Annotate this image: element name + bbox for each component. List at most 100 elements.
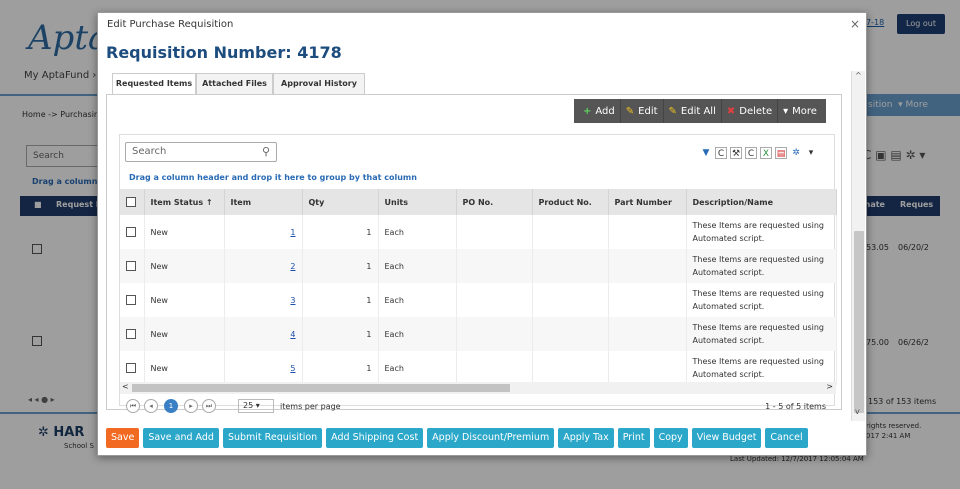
search-icon[interactable]: ⚲ xyxy=(262,143,270,161)
item-link[interactable]: 5 xyxy=(290,364,295,373)
item-cell: 4 xyxy=(224,317,303,351)
item-status-cell: New xyxy=(144,283,225,317)
part-cell xyxy=(608,249,687,283)
row-checkbox[interactable] xyxy=(126,227,136,237)
chevron-down-icon: ▾ xyxy=(783,105,789,117)
item-cell: 3 xyxy=(224,283,303,317)
items-per-page-label: items per page xyxy=(280,402,341,411)
item-link[interactable]: 1 xyxy=(290,228,295,237)
next-page-icon[interactable]: ▸ xyxy=(184,399,198,413)
scroll-thumb[interactable] xyxy=(854,231,864,413)
copy-button[interactable]: Copy xyxy=(653,428,688,448)
item-link[interactable]: 3 xyxy=(290,296,295,305)
horizontal-scrollbar[interactable]: < > xyxy=(120,382,836,394)
item-link[interactable]: 2 xyxy=(290,262,295,271)
col-po-no[interactable]: PO No. xyxy=(456,189,533,215)
part-cell xyxy=(608,283,687,317)
select-all-header[interactable] xyxy=(120,189,145,215)
edit-button[interactable]: ✎ Edit xyxy=(621,99,664,123)
product-cell xyxy=(532,249,609,283)
col-part-number[interactable]: Part Number xyxy=(608,189,687,215)
reset-icon[interactable]: C xyxy=(745,147,757,159)
select-all-checkbox[interactable] xyxy=(126,197,136,207)
col-item[interactable]: Item xyxy=(224,189,303,215)
edit-all-button[interactable]: ✎ Edit All xyxy=(664,99,722,123)
row-select-cell[interactable] xyxy=(120,249,145,283)
row-select-cell[interactable] xyxy=(120,351,145,385)
table-row[interactable]: New 4 1 Each These Items are requested using… xyxy=(120,317,837,351)
table-row[interactable]: New 1 1 Each These Items are requested using… xyxy=(120,215,837,249)
po-cell xyxy=(456,351,533,385)
grid-tools: ▼ C ⚒ C X ▤ ✲ ▾ xyxy=(700,147,817,159)
delete-button[interactable]: ✖ Delete xyxy=(722,99,779,123)
table-row[interactable]: New 2 1 Each These Items are requested using… xyxy=(120,249,837,283)
row-select-cell[interactable] xyxy=(120,215,145,249)
item-link[interactable]: 4 xyxy=(290,330,295,339)
scroll-down-icon[interactable]: v xyxy=(855,407,860,416)
part-cell xyxy=(608,215,687,249)
description-cell: These Items are requested using Automate… xyxy=(686,283,837,317)
add-button[interactable]: + Add xyxy=(578,99,621,123)
refresh-icon[interactable]: C xyxy=(715,147,727,159)
po-cell xyxy=(456,249,533,283)
view-budget-button[interactable]: View Budget xyxy=(691,428,762,448)
row-checkbox[interactable] xyxy=(126,329,136,339)
dialog-scrollbar[interactable]: ^ v xyxy=(851,71,865,421)
gear-icon[interactable]: ✲ xyxy=(790,147,802,159)
tab-approval-history[interactable]: Approval History xyxy=(273,73,365,95)
page-size-select[interactable]: 25 ▾ xyxy=(238,399,274,413)
save-and-add-button[interactable]: Save and Add xyxy=(143,428,219,448)
filter-icon[interactable]: ▼ xyxy=(700,147,712,159)
col-item-status[interactable]: Item Status ↑ xyxy=(144,189,225,215)
scroll-up-icon[interactable]: ^ xyxy=(855,71,862,80)
units-cell: Each xyxy=(378,351,457,385)
chevron-down-icon[interactable]: ▾ xyxy=(805,147,817,159)
current-page-button[interactable]: 1 xyxy=(164,399,178,413)
item-status-cell: New xyxy=(144,351,225,385)
row-checkbox[interactable] xyxy=(126,295,136,305)
delete-x-icon: ✖ xyxy=(726,105,736,117)
col-product-no[interactable]: Product No. xyxy=(532,189,609,215)
prev-page-icon[interactable]: ◂ xyxy=(144,399,158,413)
last-page-icon[interactable]: ⏭ xyxy=(202,399,216,413)
row-select-cell[interactable] xyxy=(120,283,145,317)
scroll-left-icon[interactable]: < xyxy=(122,382,129,391)
save-button[interactable]: Save xyxy=(106,428,140,448)
print-button[interactable]: Print xyxy=(617,428,650,448)
col-qty[interactable]: Qty xyxy=(302,189,379,215)
pdf-icon[interactable]: ▤ xyxy=(775,147,787,159)
pager-info: 1 - 5 of 5 items xyxy=(765,402,826,411)
add-shipping-cost-button[interactable]: Add Shipping Cost xyxy=(326,428,424,448)
col-description[interactable]: Description/Name xyxy=(686,189,837,215)
qty-cell: 1 xyxy=(302,351,379,385)
table-row[interactable]: New 3 1 Each These Items are requested using… xyxy=(120,283,837,317)
row-checkbox[interactable] xyxy=(126,363,136,373)
submit-requisition-button[interactable]: Submit Requisition xyxy=(222,428,323,448)
table-header-row: Item Status ↑ Item Qty Units PO No. Prod… xyxy=(120,189,837,215)
dialog-title: Edit Purchase Requisition xyxy=(107,19,234,30)
close-icon[interactable]: × xyxy=(850,17,860,31)
col-units[interactable]: Units xyxy=(378,189,457,215)
tab-requested-items[interactable]: Requested Items xyxy=(112,73,196,95)
more-button[interactable]: ▾ More xyxy=(778,99,822,123)
tab-attached-files[interactable]: Attached Files xyxy=(196,73,273,95)
items-grid: Search ⚲ ▼ C ⚒ C X ▤ ✲ ▾ Drag a column h… xyxy=(119,134,837,413)
units-cell: Each xyxy=(378,317,457,351)
item-status-cell: New xyxy=(144,317,225,351)
item-status-cell: New xyxy=(144,215,225,249)
apply-tax-button[interactable]: Apply Tax xyxy=(558,428,614,448)
cancel-button[interactable]: Cancel xyxy=(765,428,808,448)
apply-discount-button[interactable]: Apply Discount/Premium xyxy=(427,428,555,448)
scroll-right-icon[interactable]: > xyxy=(826,382,833,391)
row-checkbox[interactable] xyxy=(126,261,136,271)
h-scroll-thumb[interactable] xyxy=(132,384,510,392)
part-cell xyxy=(608,317,687,351)
product-cell xyxy=(532,283,609,317)
qty-cell: 1 xyxy=(302,283,379,317)
table-row[interactable]: New 5 1 Each These Items are requested using… xyxy=(120,351,837,385)
grid-search-input[interactable]: Search ⚲ xyxy=(125,142,277,162)
first-page-icon[interactable]: ⏮ xyxy=(126,399,140,413)
excel-icon[interactable]: X xyxy=(760,147,772,159)
row-select-cell[interactable] xyxy=(120,317,145,351)
wrench-icon[interactable]: ⚒ xyxy=(730,147,742,159)
